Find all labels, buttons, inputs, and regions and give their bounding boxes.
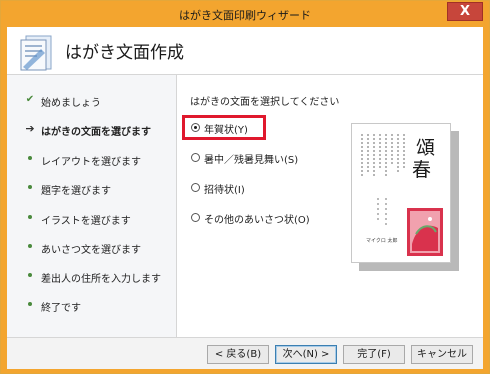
title-bar[interactable]: はがき文面印刷ウィザード X <box>1 1 489 27</box>
checkmark-icon: ✔ <box>25 94 35 105</box>
step-label: はがきの文面を選びます <box>41 127 151 138</box>
bullet-icon <box>28 273 32 277</box>
step-item-start: ✔ 始めましょう <box>7 90 177 110</box>
step-label: あいさつ文を選びます <box>41 245 141 256</box>
radio-icon[interactable] <box>191 213 200 222</box>
next-button[interactable]: 次へ(N) > <box>275 345 337 364</box>
radio-label[interactable]: 暑中／残暑見舞い(S) <box>204 151 298 166</box>
radio-label[interactable]: その他のあいさつ状(O) <box>204 211 310 226</box>
close-button[interactable]: X <box>447 2 483 21</box>
step-label: 差出人の住所を入力します <box>41 274 161 285</box>
finish-button[interactable]: 完了(F) <box>343 345 405 364</box>
page-title: はがき文面作成 <box>65 43 184 63</box>
preview-heading-char-2: 春 <box>412 159 431 181</box>
instruction-text: はがきの文面を選択してください <box>190 97 340 108</box>
radio-selected-icon[interactable] <box>191 123 200 132</box>
radio-label[interactable]: 招待状(I) <box>204 181 245 196</box>
postcard-preview: 頌 春 マイクロ 太郎 <box>351 123 451 263</box>
cancel-button[interactable]: キャンセル <box>411 345 473 364</box>
bullet-icon <box>28 185 32 189</box>
step-item-title-text: 題字を選びます <box>7 178 177 198</box>
bullet-icon <box>28 302 32 306</box>
step-label: レイアウトを選びます <box>41 157 141 168</box>
preview-heading-char-1: 頌 <box>416 137 435 159</box>
step-item-choose-card: ➔ はがきの文面を選びます <box>7 119 177 139</box>
step-item-finish: 終了です <box>7 295 177 315</box>
step-label: イラストを選びます <box>41 216 131 227</box>
step-label: 終了です <box>41 303 81 314</box>
wizard-body: ✔ 始めましょう ➔ はがきの文面を選びます レイアウトを選びます 題字を選びま… <box>7 75 483 337</box>
radio-label[interactable]: 年賀状(Y) <box>204 121 248 136</box>
document-wizard-icon <box>20 35 52 71</box>
postcard-preview-art: 頌 春 マイクロ 太郎 <box>361 134 443 256</box>
bullet-icon <box>28 215 32 219</box>
step-item-greeting: あいさつ文を選びます <box>7 237 177 257</box>
step-list: ✔ 始めましょう ➔ はがきの文面を選びます レイアウトを選びます 題字を選びま… <box>7 75 177 337</box>
arrow-right-icon: ➔ <box>25 122 35 135</box>
wizard-window: はがき文面印刷ウィザード X はがき文面作成 ✔ 始めましょう ➔ はがきの文面… <box>0 0 490 374</box>
wizard-header: はがき文面作成 <box>7 27 483 75</box>
content-pane: はがきの文面を選択してください 年賀状(Y) 暑中／残暑見舞い(S) 招待状(I… <box>179 75 483 337</box>
window-title: はがき文面印刷ウィザード <box>179 9 311 22</box>
radio-icon[interactable] <box>191 153 200 162</box>
radio-other-greeting[interactable]: その他のあいさつ状(O) <box>187 208 337 228</box>
step-item-layout: レイアウトを選びます <box>7 149 177 169</box>
radio-new-year-card[interactable]: 年賀状(Y) <box>187 118 337 138</box>
preview-signature: マイクロ 太郎 <box>366 237 398 244</box>
radio-summer-greeting[interactable]: 暑中／残暑見舞い(S) <box>187 148 337 168</box>
step-item-illustration: イラストを選びます <box>7 208 177 228</box>
radio-icon[interactable] <box>191 183 200 192</box>
bullet-icon <box>28 156 32 160</box>
step-label: 題字を選びます <box>41 186 111 197</box>
step-label: 始めましょう <box>41 98 101 109</box>
step-item-sender-address: 差出人の住所を入力します <box>7 266 177 286</box>
close-icon: X <box>459 4 471 19</box>
button-bar: < 戻る(B) 次へ(N) > 完了(F) キャンセル <box>7 337 483 369</box>
bullet-icon <box>28 244 32 248</box>
back-button[interactable]: < 戻る(B) <box>207 345 269 364</box>
radio-invitation[interactable]: 招待状(I) <box>187 178 337 198</box>
